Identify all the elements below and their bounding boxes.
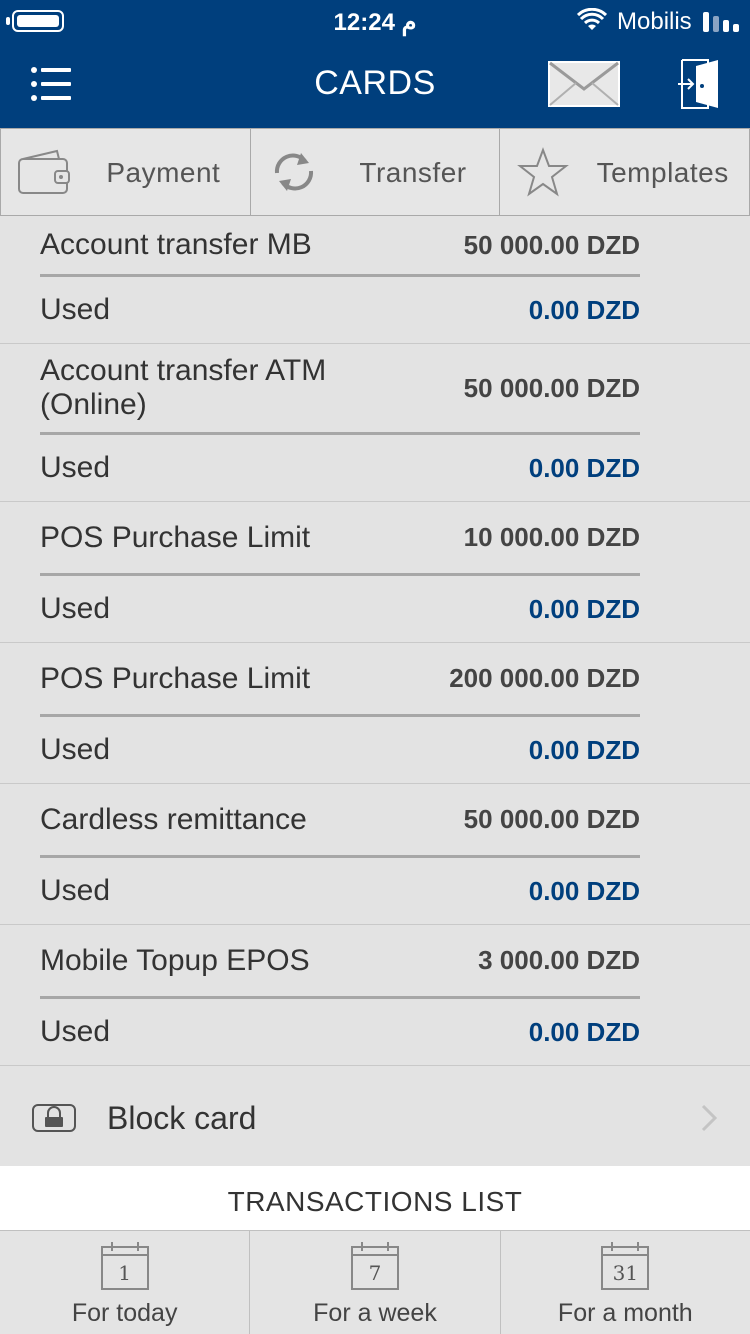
tab-for-today[interactable]: 1 For today [0, 1231, 251, 1334]
limit-amount: 50 000.00 DZD [463, 372, 640, 403]
tab-templates-label: Templates [596, 157, 729, 188]
limit-amount: 50 000.00 DZD [463, 229, 640, 260]
used-amount: 0.00 DZD [528, 452, 640, 483]
calendar-day: 31 [612, 1261, 639, 1285]
used-label: Used [40, 451, 111, 484]
nav-bar: CARDS [0, 44, 750, 128]
limit-name: POS Purchase Limit [40, 520, 311, 554]
used-amount: 0.00 DZD [528, 1016, 640, 1047]
calendar-day: 7 [368, 1261, 382, 1285]
limit-name: Cardless remittance [40, 802, 307, 836]
used-label: Used [40, 874, 111, 907]
used-label: Used [40, 293, 111, 326]
limit-name: Account transfer ATM (Online) [40, 354, 327, 421]
limit-amount: 200 000.00 DZD [449, 663, 640, 693]
page-title: CARDS [314, 64, 436, 102]
wallet-icon [18, 149, 70, 194]
limit-name: POS Purchase Limit [40, 661, 311, 695]
limit-amount: 3 000.00 DZD [478, 945, 640, 975]
top-tabs: Payment Transfer Templates [0, 128, 750, 216]
used-label: Used [40, 1015, 111, 1048]
block-card-button[interactable]: Block card [0, 1070, 750, 1166]
limit-item: Mobile Topup EPOS 3 000.00 DZD Used 0.00… [0, 925, 750, 1066]
signal-icon [703, 12, 739, 32]
limit-amount: 10 000.00 DZD [463, 522, 640, 552]
tab-templates[interactable]: Templates [499, 128, 750, 216]
chevron-right-icon [701, 1104, 718, 1132]
lock-icon [32, 1104, 76, 1132]
logout-icon[interactable] [678, 58, 722, 110]
limit-item: Cardless remittance 50 000.00 DZD Used 0… [0, 784, 750, 925]
wifi-icon [577, 8, 607, 30]
transactions-header: TRANSACTIONS LIST [0, 1166, 750, 1230]
used-amount: 0.00 DZD [528, 294, 640, 325]
tab-transfer-label: Transfer [359, 157, 467, 188]
used-amount: 0.00 DZD [528, 734, 640, 765]
carrier-name: Mobilis [617, 8, 692, 35]
star-icon [517, 147, 570, 197]
used-label: Used [40, 592, 111, 625]
tab-for-month-label: For a month [557, 1299, 693, 1327]
limit-name: Mobile Topup EPOS [40, 943, 310, 977]
limit-item: Account transfer ATM (Online) 50 000.00 … [0, 344, 750, 502]
limits-list: Account transfer MB 50 000.00 DZD Used 0… [0, 216, 750, 1066]
limit-item: POS Purchase Limit 200 000.00 DZD Used 0… [0, 643, 750, 784]
tab-for-week-label: For a week [313, 1299, 437, 1327]
bottom-tabs: 1 For today 7 For a week 31 For a month [0, 1230, 750, 1334]
mail-icon[interactable] [548, 61, 620, 107]
limit-item: Account transfer MB 50 000.00 DZD Used 0… [0, 216, 750, 344]
transactions-title: TRANSACTIONS LIST [227, 1186, 523, 1217]
used-amount: 0.00 DZD [528, 875, 640, 906]
tab-for-week[interactable]: 7 For a week [250, 1231, 501, 1334]
tab-for-today-label: For today [71, 1299, 178, 1327]
tab-payment[interactable]: Payment [0, 128, 250, 216]
block-card-label: Block card [107, 1100, 257, 1136]
tab-for-month[interactable]: 31 For a month [501, 1231, 750, 1334]
limit-amount: 50 000.00 DZD [463, 804, 640, 834]
limit-item: POS Purchase Limit 10 000.00 DZD Used 0.… [0, 502, 750, 643]
tab-transfer[interactable]: Transfer [249, 128, 500, 216]
tab-payment-label: Payment [106, 157, 221, 188]
used-amount: 0.00 DZD [528, 593, 640, 624]
refresh-icon [274, 153, 313, 191]
used-label: Used [40, 733, 111, 766]
limit-name: Account transfer MB [40, 228, 312, 261]
calendar-day: 1 [118, 1261, 132, 1285]
status-bar: 12:24 م Mobilis [0, 0, 750, 44]
